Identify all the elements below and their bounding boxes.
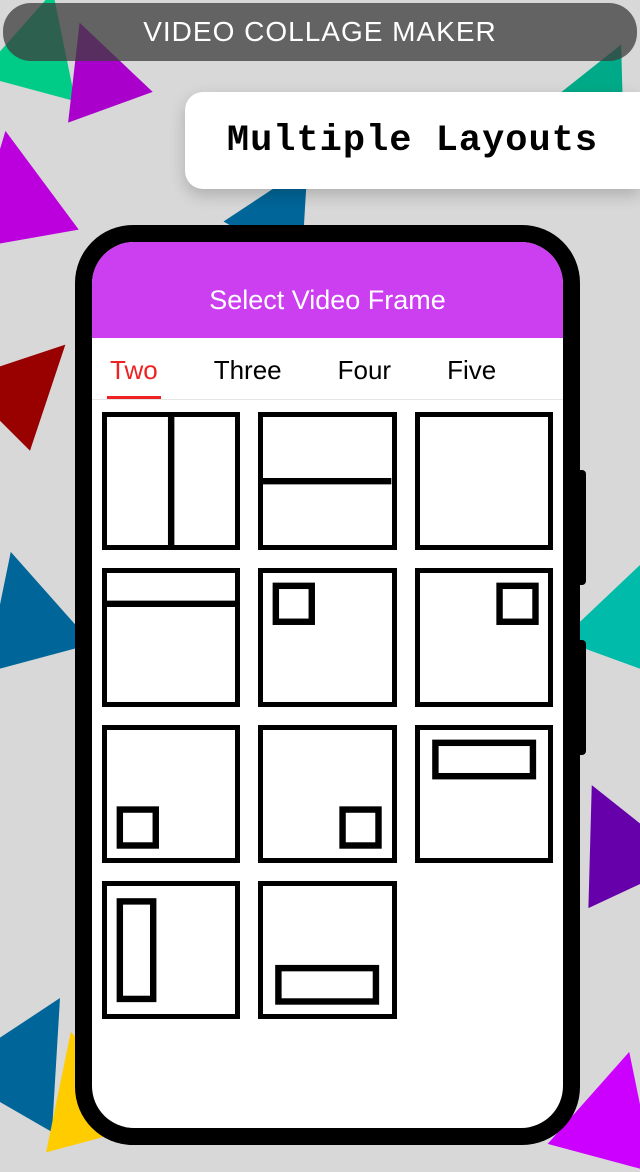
tab-four[interactable]: Four (335, 350, 394, 399)
layout-grid (92, 400, 563, 1031)
tab-two[interactable]: Two (107, 350, 161, 399)
phone-mockup: Select Video Frame Two Three Four Five (75, 225, 580, 1145)
layout-tall-strip-left[interactable] (102, 881, 240, 1019)
layout-inset-bottom-left[interactable] (102, 725, 240, 863)
layout-wide-strip-bottom[interactable] (258, 881, 396, 1019)
layout-header-strip[interactable] (102, 568, 240, 706)
layout-wide-strip-top[interactable] (415, 725, 553, 863)
phone-screen: Select Video Frame Two Three Four Five (92, 242, 563, 1128)
tab-five[interactable]: Five (444, 350, 499, 399)
feature-callout: Multiple Layouts (185, 92, 640, 189)
layout-single-full[interactable] (415, 412, 553, 550)
app-title-banner: VIDEO COLLAGE MAKER (3, 3, 637, 61)
layout-inset-top-left[interactable] (258, 568, 396, 706)
tab-three[interactable]: Three (211, 350, 285, 399)
screen-header: Select Video Frame (92, 242, 563, 338)
app-title-text: VIDEO COLLAGE MAKER (143, 16, 497, 48)
screen-title: Select Video Frame (209, 285, 446, 316)
callout-text: Multiple Layouts (227, 120, 598, 162)
layout-inset-top-right[interactable] (415, 568, 553, 706)
layout-two-horizontal-split[interactable] (258, 412, 396, 550)
layout-inset-bottom-right[interactable] (258, 725, 396, 863)
phone-side-button (580, 470, 586, 585)
tabs-row: Two Three Four Five (92, 338, 563, 400)
layout-two-vertical-split[interactable] (102, 412, 240, 550)
phone-side-button (580, 640, 586, 755)
